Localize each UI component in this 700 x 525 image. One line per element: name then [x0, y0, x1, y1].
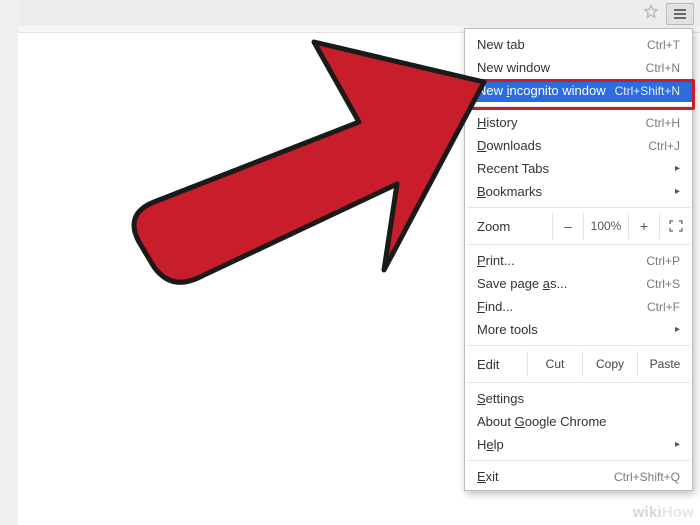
menu-label: Downloads [477, 138, 648, 153]
browser-window: New tab Ctrl+T New window Ctrl+N New inc… [18, 0, 700, 525]
chevron-right-icon: ▸ [672, 163, 680, 174]
menu-label: Save page as... [477, 276, 646, 291]
menu-label: Help [477, 437, 672, 452]
fullscreen-icon [669, 220, 683, 232]
menu-item-history[interactable]: History Ctrl+H [465, 111, 692, 134]
menu-item-more-tools[interactable]: More tools ▸ [465, 318, 692, 341]
menu-item-settings[interactable]: Settings [465, 387, 692, 410]
menu-shortcut: Ctrl+S [646, 277, 680, 291]
paste-button[interactable]: Paste [637, 351, 692, 377]
menu-shortcut: Ctrl+H [646, 116, 680, 130]
menu-shortcut: Ctrl+Shift+Q [614, 470, 680, 484]
menu-shortcut: Ctrl+P [646, 254, 680, 268]
menu-label: New incognito window [477, 83, 615, 98]
menu-shortcut: Ctrl+Shift+N [615, 84, 680, 98]
callout-arrow-icon [124, 32, 494, 295]
menu-shortcut: Ctrl+T [647, 38, 680, 52]
menu-item-print[interactable]: Print... Ctrl+P [465, 249, 692, 272]
menu-item-recent-tabs[interactable]: Recent Tabs ▸ [465, 157, 692, 180]
menu-label: Exit [477, 469, 614, 484]
menu-label: Settings [477, 391, 680, 406]
menu-item-about[interactable]: About Google Chrome [465, 410, 692, 433]
menu-label: About Google Chrome [477, 414, 680, 429]
menu-label: More tools [477, 322, 672, 337]
menu-item-save-page-as[interactable]: Save page as... Ctrl+S [465, 272, 692, 295]
menu-item-new-incognito-window[interactable]: New incognito window Ctrl+Shift+N [465, 79, 692, 102]
hamburger-icon [673, 8, 687, 20]
menu-separator [467, 106, 690, 107]
menu-label: Recent Tabs [477, 161, 672, 176]
menu-shortcut: Ctrl+J [648, 139, 680, 153]
zoom-value: 100% [583, 213, 628, 239]
menu-item-downloads[interactable]: Downloads Ctrl+J [465, 134, 692, 157]
screenshot-stage: New tab Ctrl+T New window Ctrl+N New inc… [0, 0, 700, 525]
menu-item-new-tab[interactable]: New tab Ctrl+T [465, 33, 692, 56]
chrome-menu-button[interactable] [666, 3, 694, 25]
browser-toolbar [18, 0, 700, 27]
chevron-right-icon: ▸ [672, 186, 680, 197]
menu-separator [467, 460, 690, 461]
copy-button[interactable]: Copy [582, 351, 637, 377]
cut-button[interactable]: Cut [527, 351, 582, 377]
menu-item-bookmarks[interactable]: Bookmarks ▸ [465, 180, 692, 203]
menu-label: Print... [477, 253, 646, 268]
chevron-right-icon: ▸ [672, 324, 680, 335]
menu-separator [467, 345, 690, 346]
menu-shortcut: Ctrl+N [646, 61, 680, 75]
bookmark-star-icon[interactable] [642, 3, 660, 21]
zoom-in-button[interactable]: + [628, 213, 659, 239]
menu-item-find[interactable]: Find... Ctrl+F [465, 295, 692, 318]
menu-label: Bookmarks [477, 184, 672, 199]
menu-label: History [477, 115, 646, 130]
zoom-out-button[interactable]: – [552, 213, 583, 239]
menu-item-edit: Edit Cut Copy Paste [465, 350, 692, 378]
fullscreen-button[interactable] [659, 213, 692, 239]
menu-item-zoom: Zoom – 100% + [465, 212, 692, 240]
watermark: wikiHow [633, 504, 694, 521]
menu-separator [467, 207, 690, 208]
menu-label: New tab [477, 37, 647, 52]
menu-item-exit[interactable]: Exit Ctrl+Shift+Q [465, 465, 692, 488]
menu-label: Find... [477, 299, 647, 314]
menu-shortcut: Ctrl+F [647, 300, 680, 314]
menu-item-help[interactable]: Help ▸ [465, 433, 692, 456]
chrome-main-menu: New tab Ctrl+T New window Ctrl+N New inc… [464, 28, 693, 491]
chevron-right-icon: ▸ [672, 439, 680, 450]
zoom-label: Zoom [477, 219, 552, 234]
edit-label: Edit [477, 357, 527, 372]
menu-item-new-window[interactable]: New window Ctrl+N [465, 56, 692, 79]
menu-separator [467, 382, 690, 383]
menu-separator [467, 244, 690, 245]
menu-label: New window [477, 60, 646, 75]
